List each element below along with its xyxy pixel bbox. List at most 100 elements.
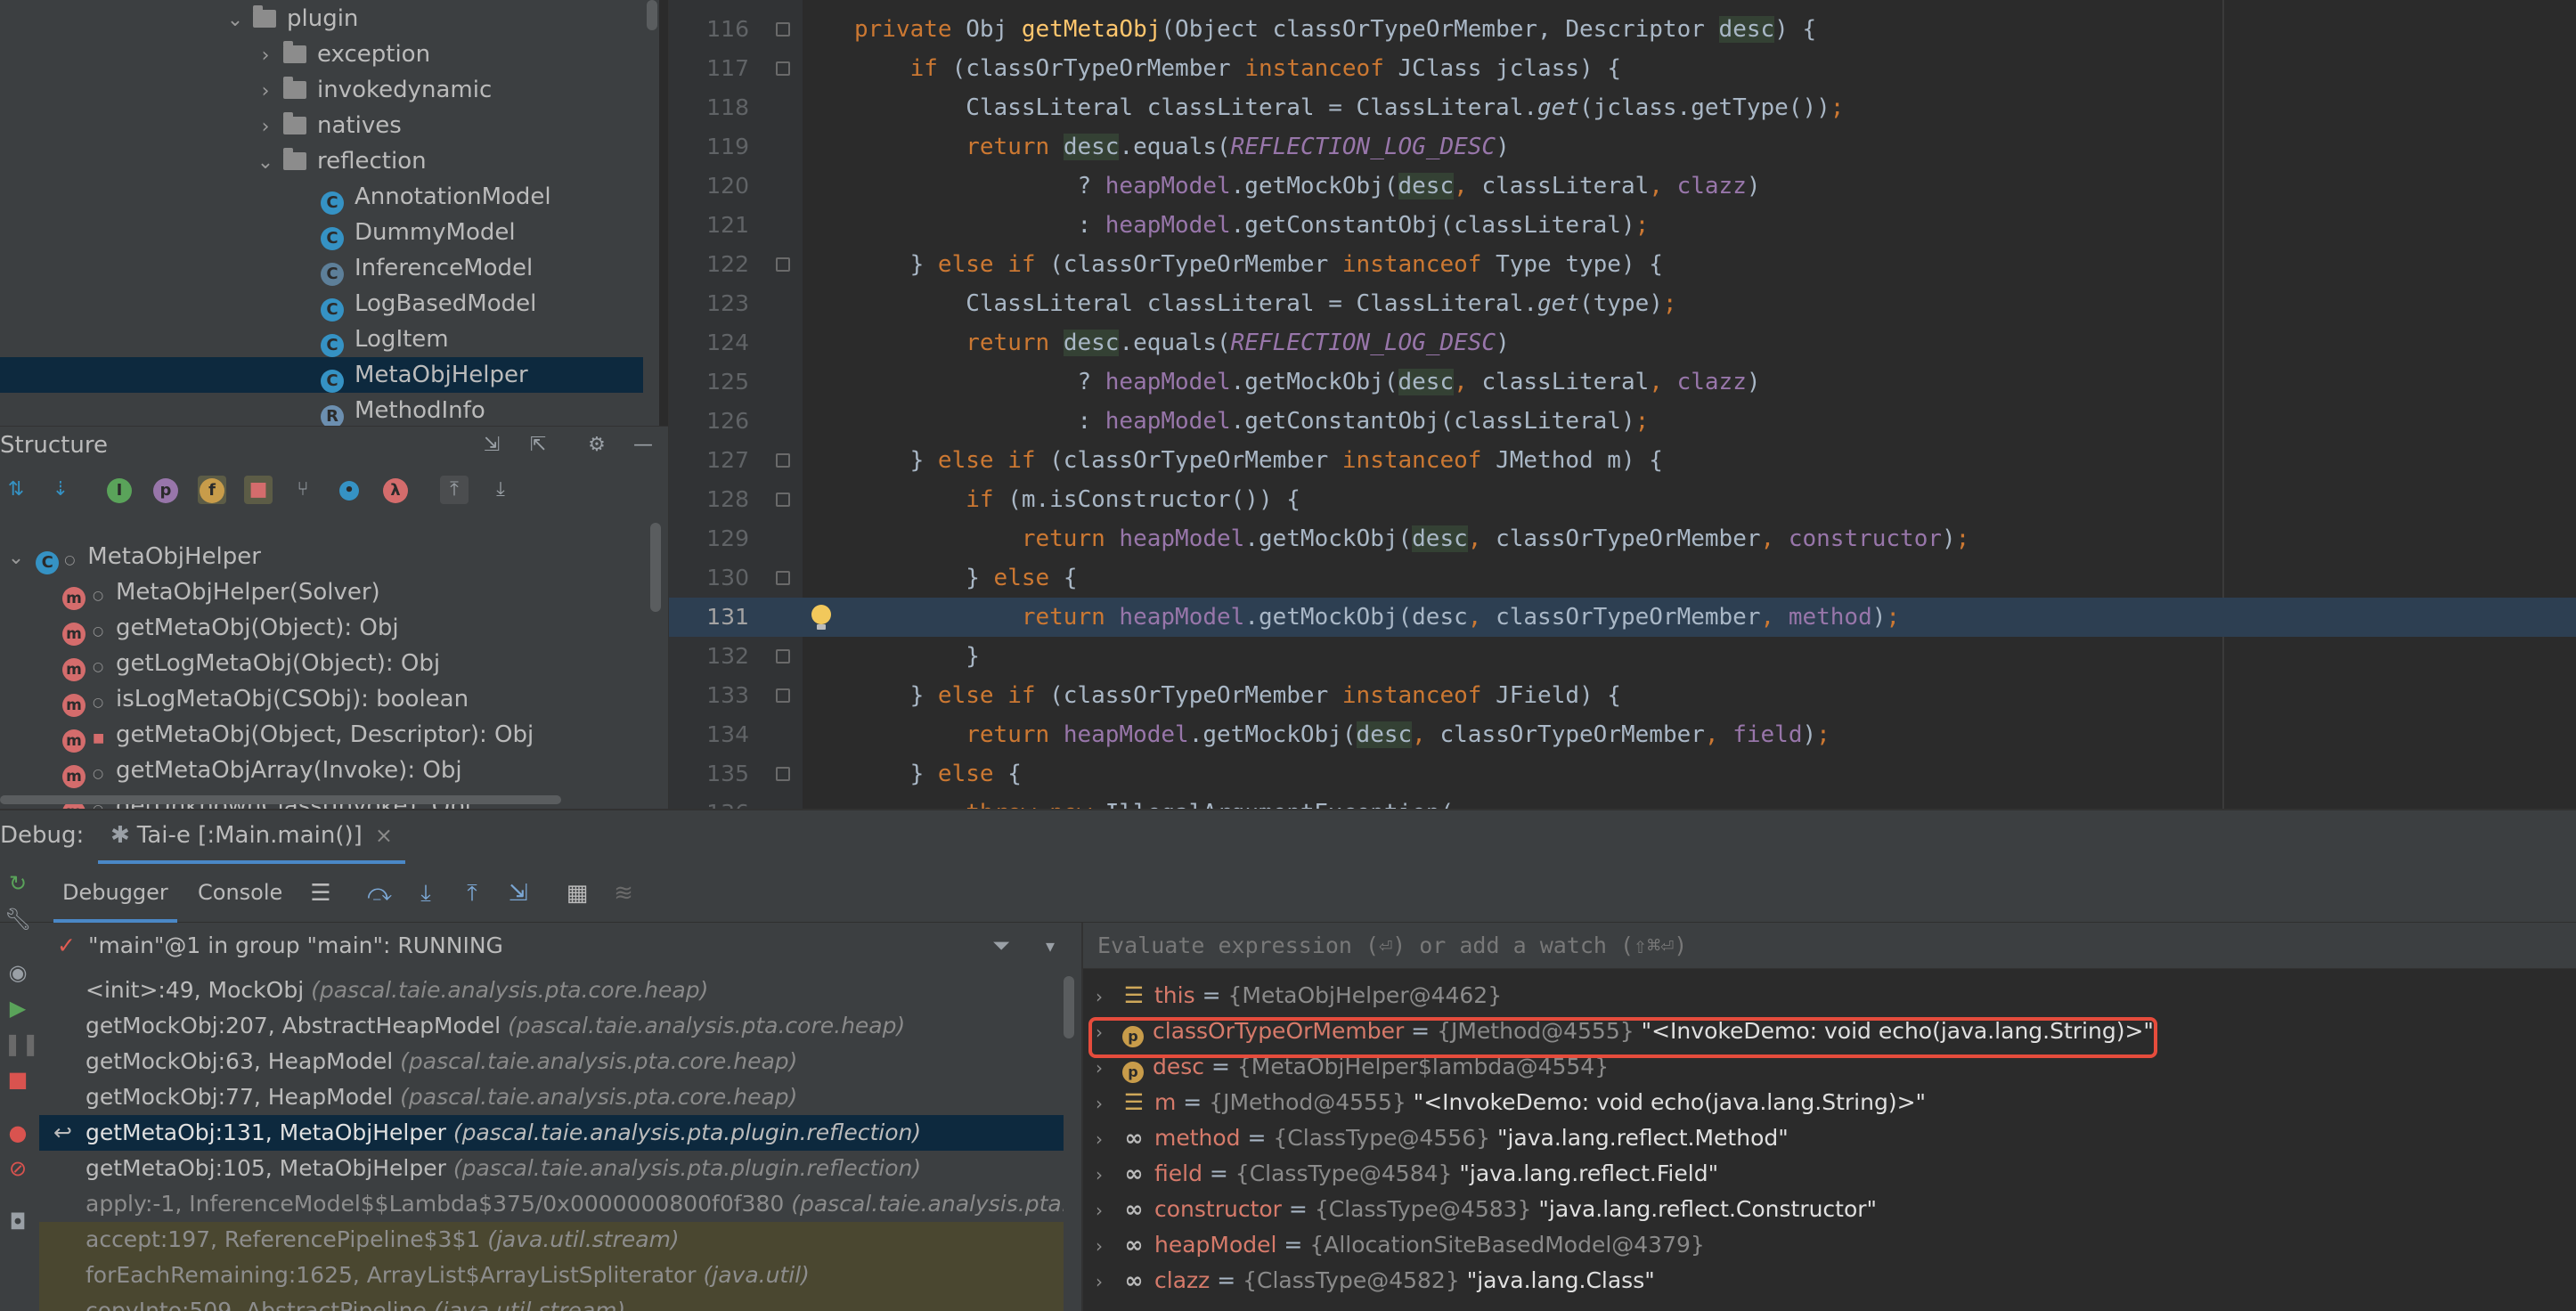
structure-member[interactable]: m ○ getMetaObj(Object): Obj bbox=[62, 610, 399, 646]
chevron-right-icon[interactable]: › bbox=[1096, 1193, 1117, 1228]
chevron-right-icon[interactable]: › bbox=[1096, 1121, 1117, 1157]
lock-icon[interactable]: ■ bbox=[244, 476, 273, 504]
structure-member[interactable]: m ■ getMetaObj(Object, Descriptor): Obj bbox=[62, 717, 534, 753]
code-line[interactable]: 130 } else { bbox=[669, 558, 2576, 598]
structure-member[interactable]: m ○ getLogMetaObj(Object): Obj bbox=[62, 646, 440, 681]
code-line[interactable]: 127 } else if (classOrTypeOrMember insta… bbox=[669, 441, 2576, 480]
code-line[interactable]: 125 ? heapModel.getMockObj(desc, classLi… bbox=[669, 362, 2576, 402]
code-line[interactable]: 123 ClassLiteral classLiteral = ClassLit… bbox=[669, 284, 2576, 323]
structure-root[interactable]: ⌄ C ○ MetaObjHelper bbox=[4, 539, 261, 574]
structure-scrollbar[interactable] bbox=[650, 523, 661, 612]
close-icon[interactable]: × bbox=[375, 823, 393, 848]
evaluate-table-icon[interactable]: ▦ bbox=[561, 877, 593, 909]
stack-frame[interactable]: apply:-1, InferenceModel$$Lambda$375/0x0… bbox=[39, 1186, 1064, 1222]
gear-icon[interactable]: ⚙ bbox=[583, 431, 611, 460]
stack-frame-selected[interactable]: ↩ getMetaObj:131, MetaObjHelper (pascal.t… bbox=[39, 1115, 1064, 1151]
run-config-tab[interactable]: ✱ Tai-e [:Main.main()] × bbox=[98, 810, 405, 864]
frames-scrollbar[interactable] bbox=[1064, 976, 1074, 1038]
chevron-right-icon[interactable]: › bbox=[1096, 1157, 1117, 1193]
eye-icon[interactable]: ◉ bbox=[4, 958, 32, 987]
structure-member[interactable]: m ○ isLogMetaObj(CSObj): boolean bbox=[62, 681, 469, 717]
code-editor[interactable]: 116 private Obj getMetaObj(Object classOr… bbox=[668, 0, 2576, 809]
anonymous-class-icon[interactable]: • bbox=[335, 476, 363, 504]
tree-item-natives[interactable]: › natives bbox=[253, 108, 402, 143]
code-line[interactable]: 119 return desc.equals(REFLECTION_LOG_DE… bbox=[669, 127, 2576, 167]
tree-item-plugin[interactable]: ⌄ plugin bbox=[223, 1, 358, 37]
autoscroll-from-source-icon[interactable]: ⤓ bbox=[486, 476, 515, 504]
variable-row[interactable]: › ∞ field = {ClassType@4584} "java.lang.re… bbox=[1083, 1156, 2576, 1192]
autoscroll-to-source-icon[interactable]: ⤒ bbox=[440, 476, 469, 504]
fold-icon[interactable] bbox=[776, 22, 790, 37]
tree-item-invokedynamic[interactable]: › invokedynamic bbox=[253, 72, 492, 108]
stack-frame[interactable]: getMetaObj:105, MetaObjHelper (pascal.ta… bbox=[39, 1151, 1064, 1186]
code-line-current[interactable]: 131 return heapModel.getMockObj(desc, cl… bbox=[669, 598, 2576, 637]
tree-item-metaobjhelper[interactable]: C MetaObjHelper bbox=[0, 357, 643, 393]
chevron-right-icon[interactable]: › bbox=[1096, 1264, 1117, 1299]
chevron-right-icon[interactable]: › bbox=[253, 74, 278, 110]
sort-visibility-icon[interactable]: ⇅ bbox=[2, 476, 30, 504]
show-inherited-icon[interactable]: I bbox=[105, 476, 134, 504]
fold-icon[interactable] bbox=[776, 767, 790, 781]
variable-row[interactable]: › ☰ this = {MetaObjHelper@4462} bbox=[1083, 978, 2576, 1014]
view-breakpoints-icon[interactable]: ● bbox=[4, 1119, 32, 1147]
chevron-down-icon[interactable]: ▾ bbox=[1046, 923, 1055, 969]
minimize-icon[interactable]: — bbox=[629, 431, 657, 460]
stack-frame[interactable]: getMockObj:63, HeapModel (pascal.taie.an… bbox=[39, 1044, 1064, 1079]
show-fields-icon[interactable]: f bbox=[198, 476, 226, 504]
hierarchy-icon[interactable]: ⑂ bbox=[289, 476, 317, 504]
tab-debugger[interactable]: Debugger bbox=[53, 864, 177, 923]
camera-icon[interactable]: ◘ bbox=[4, 1208, 32, 1236]
chevron-right-icon[interactable]: › bbox=[1096, 1228, 1117, 1264]
code-line[interactable]: 124 return desc.equals(REFLECTION_LOG_DE… bbox=[669, 323, 2576, 362]
tree-item-dummymodel[interactable]: C DummyModel bbox=[321, 215, 516, 250]
stack-frame[interactable]: <init>:49, MockObj (pascal.taie.analysis… bbox=[39, 973, 1064, 1008]
variable-row[interactable]: › ∞ heapModel = {AllocationSiteBasedModel@… bbox=[1083, 1227, 2576, 1263]
fold-icon[interactable] bbox=[776, 688, 790, 703]
chevron-down-icon[interactable]: ⌄ bbox=[253, 145, 278, 181]
run-to-cursor-icon[interactable]: ⇲ bbox=[502, 877, 534, 909]
code-line[interactable]: 134 return heapModel.getMockObj(desc, cl… bbox=[669, 715, 2576, 754]
code-line[interactable]: 116 private Obj getMetaObj(Object classOr… bbox=[669, 10, 2576, 49]
fold-icon[interactable] bbox=[776, 257, 790, 272]
stop-icon[interactable]: ■ bbox=[4, 1065, 32, 1094]
code-line[interactable]: 128 if (m.isConstructor()) { bbox=[669, 480, 2576, 519]
code-line[interactable]: 136 throw new IllegalArgumentException( bbox=[669, 794, 2576, 809]
code-line[interactable]: 129 return heapModel.getMockObj(desc, cl… bbox=[669, 519, 2576, 558]
chevron-right-icon[interactable]: › bbox=[253, 38, 278, 74]
filter-icon[interactable]: ⏷ bbox=[992, 923, 1010, 969]
sort-alpha-icon[interactable]: ⇣ bbox=[46, 476, 75, 504]
stack-frame-library[interactable]: accept:197, ReferencePipeline$3$1 (java.… bbox=[39, 1222, 1064, 1258]
thread-selector[interactable]: ✓ "main"@1 in group "main": RUNNING ⏷ ▾ bbox=[39, 923, 1081, 969]
code-line[interactable]: 126 : heapModel.getConstantObj(classLite… bbox=[669, 402, 2576, 441]
code-line[interactable]: 122 } else if (classOrTypeOrMember insta… bbox=[669, 245, 2576, 284]
tree-item-methodinfo[interactable]: R MethodInfo bbox=[321, 393, 485, 426]
project-scrollbar[interactable] bbox=[647, 0, 657, 30]
mute-breakpoints-icon[interactable]: ⊘ bbox=[4, 1154, 32, 1183]
fold-icon[interactable] bbox=[776, 453, 790, 468]
variable-row[interactable]: › ∞ clazz = {ClassType@4582} "java.lang.Cl… bbox=[1083, 1263, 2576, 1299]
code-line[interactable]: 117 if (classOrTypeOrMember instanceof J… bbox=[669, 49, 2576, 88]
code-line[interactable]: 132 } bbox=[669, 637, 2576, 676]
tab-console[interactable]: Console bbox=[189, 864, 291, 923]
code-line[interactable]: 120 ? heapModel.getMockObj(desc, classLi… bbox=[669, 167, 2576, 206]
tree-item-reflection[interactable]: ⌄ reflection bbox=[253, 143, 427, 179]
collapse-all-icon[interactable]: ⇱ bbox=[524, 431, 552, 460]
structure-member[interactable]: m ○ getMetaObjArray(Invoke): Obj bbox=[62, 753, 462, 788]
fold-icon[interactable] bbox=[776, 61, 790, 76]
tree-item-exception[interactable]: › exception bbox=[253, 37, 430, 72]
tree-item-logitem[interactable]: C LogItem bbox=[321, 322, 449, 357]
stack-frame[interactable]: getMockObj:207, AbstractHeapModel (pasca… bbox=[39, 1008, 1064, 1044]
chevron-down-icon[interactable]: ⌄ bbox=[223, 3, 248, 38]
lightbulb-icon[interactable] bbox=[811, 605, 831, 630]
fold-icon[interactable] bbox=[776, 571, 790, 585]
show-properties-icon[interactable]: p bbox=[151, 476, 180, 504]
stack-frame[interactable]: getMockObj:77, HeapModel (pascal.taie.an… bbox=[39, 1079, 1064, 1115]
step-out-icon[interactable]: ⤒ bbox=[456, 877, 488, 909]
wrench-icon[interactable]: 🔧︎ bbox=[4, 905, 32, 933]
tree-item-logbasedmodel[interactable]: C LogBasedModel bbox=[321, 286, 536, 322]
lambda-icon[interactable]: λ bbox=[381, 476, 410, 504]
code-line[interactable]: 121 : heapModel.getConstantObj(classLite… bbox=[669, 206, 2576, 245]
fold-icon[interactable] bbox=[776, 649, 790, 664]
chevron-right-icon[interactable]: › bbox=[1096, 979, 1117, 1014]
stack-frame-library[interactable]: forEachRemaining:1625, ArrayList$ArrayLi… bbox=[39, 1258, 1064, 1293]
